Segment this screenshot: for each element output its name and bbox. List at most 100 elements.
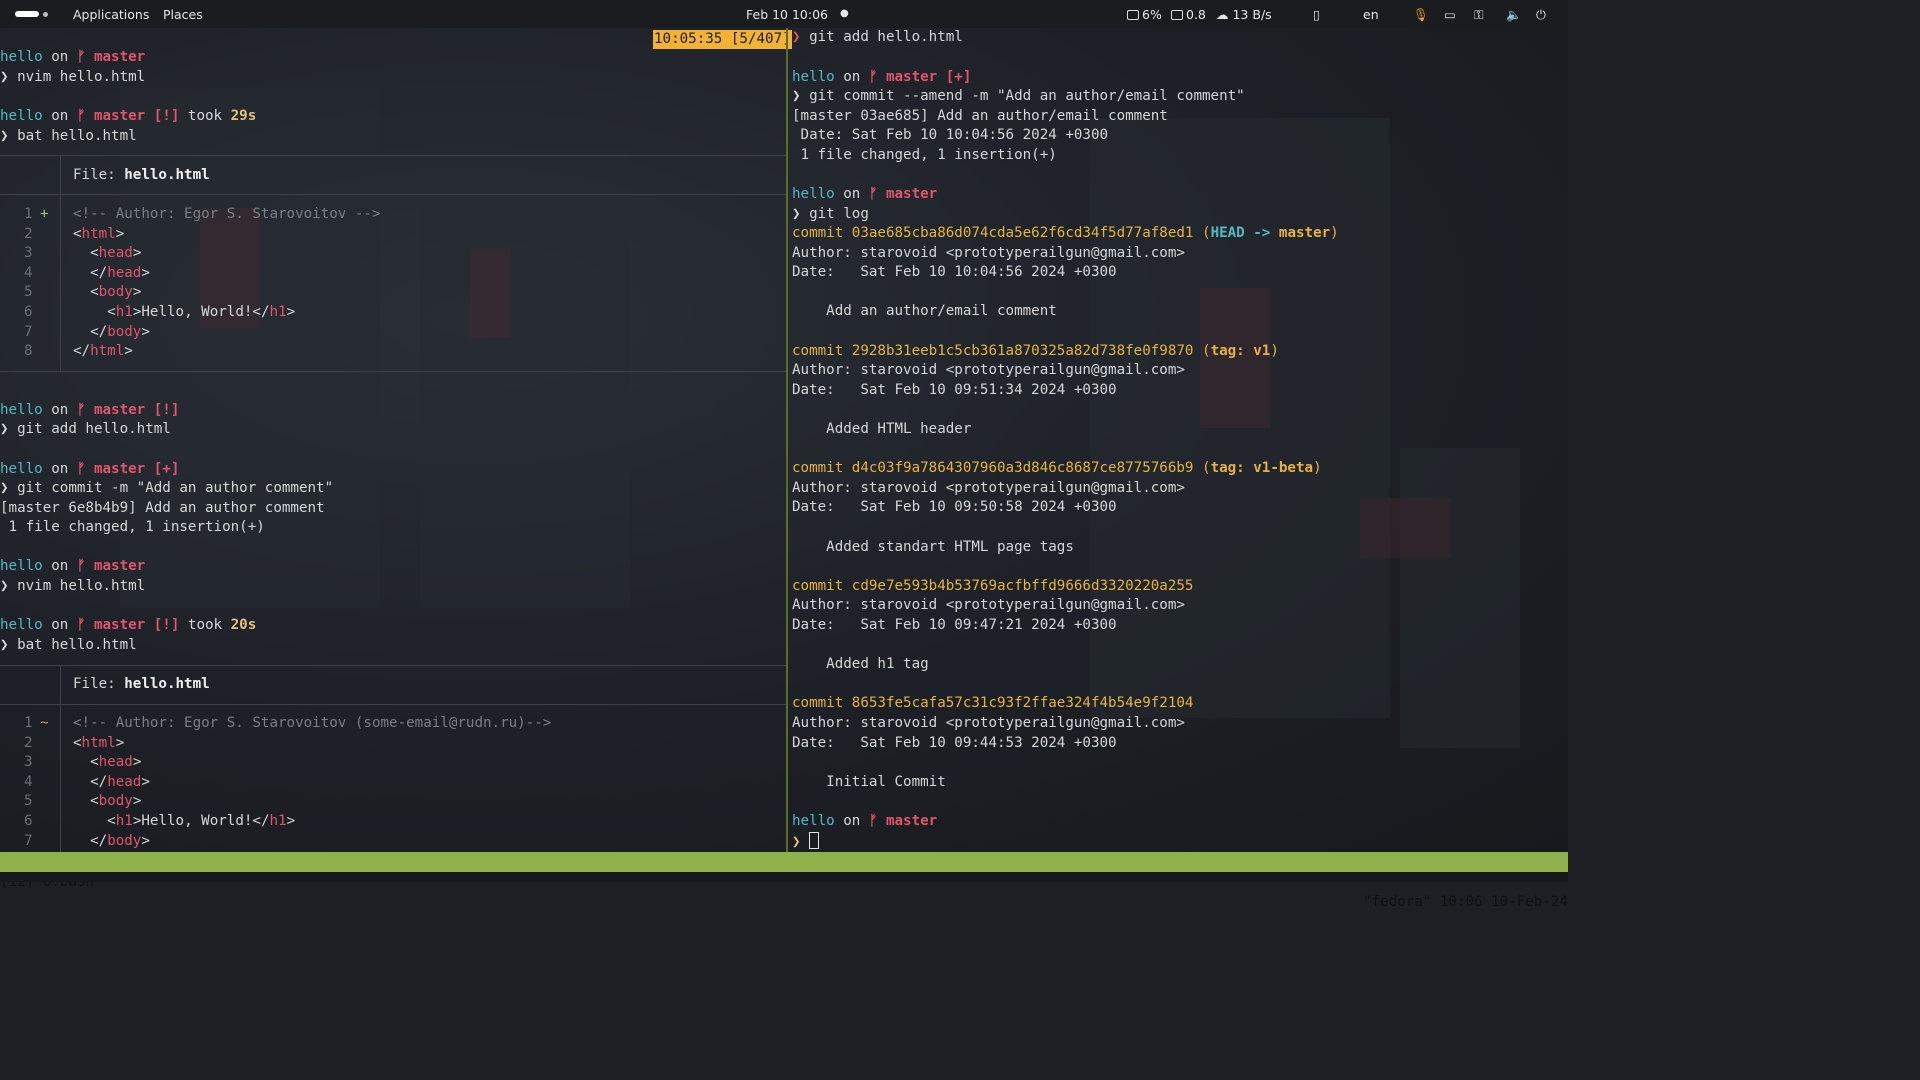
command-line: ❯ git log [792,206,869,222]
bat-gutter [60,665,61,852]
workspace-dot-icon[interactable] [43,12,48,17]
bottom-strip [0,872,1568,882]
code-line: </html> [73,343,133,360]
line-number: 8 [24,343,33,360]
line-number: 3 [24,245,33,262]
net-value: 13 B/s [1232,7,1272,22]
commit-author: Author: starovoid <prototyperailgun@gmai… [792,362,1185,379]
load-value: 0.8 [1186,7,1206,22]
terminal-cursor [809,832,820,849]
command-line: ❯ bat hello.html [0,637,137,653]
cpu-value: 6% [1142,7,1162,22]
prompt-line: hello on ᚠ master [!] took 29s [0,108,257,124]
commit-date: Date: Sat Feb 10 09:51:34 2024 +0300 [792,381,1117,398]
line-number: 6 [24,813,33,829]
code-line: <head> [90,754,142,771]
prompt-line: hello on ᚠ master [+] [792,69,972,85]
input-prompt[interactable]: ❯ [792,832,820,852]
output-line: [master 03ae685] Add an author/email com… [792,108,1168,124]
line-number: 3 [24,754,33,771]
code-line: <head> [90,245,142,262]
commit-date: Date: Sat Feb 10 09:50:58 2024 +0300 [792,499,1117,516]
commit-hash-line: commit 03ae685cba86d074cda5e62f6cd34f5d7… [792,225,1339,241]
commit-date: Date: Sat Feb 10 09:44:53 2024 +0300 [792,734,1117,751]
command-line: ❯ git commit --amend -m "Add an author/e… [792,88,1245,104]
code-line: <!-- Author: Egor S. Starovoitov (some-e… [73,715,552,731]
terminal-pane-left[interactable]: hello on ᚠ master ❯ nvim hello.html hell… [0,28,786,852]
microphone-icon[interactable]: 🎙 [1413,7,1429,23]
commit-author: Author: starovoid <prototyperailgun@gmai… [792,479,1185,496]
places-menu[interactable]: Places [163,7,203,22]
applications-menu[interactable]: Applications [73,7,149,22]
terminal-pane-right[interactable]: ❯ git add hello.html hello on ᚠ master [… [789,28,1568,852]
tmux-status-bar: [12] 0:bash* "fedora" 10:06 10-Feb-24 [0,852,1568,910]
git-change-marker: + [40,206,49,222]
volume-icon[interactable]: 🔈 [1506,7,1522,23]
prompt-line: hello on ᚠ master [792,186,938,202]
bat-border [0,194,786,195]
commit-message: Initial Commit [792,773,946,790]
cloud-net-icon: ☁ [1216,7,1229,22]
code-line: <h1>Hello, World!</h1> [107,813,296,829]
commit-date: Date: Sat Feb 10 10:04:56 2024 +0300 [792,264,1117,281]
command-line: ❯ bat hello.html [0,128,137,144]
prompt-line: hello on ᚠ master [!] [0,402,180,418]
output-line: 1 file changed, 1 insertion(+) [0,519,265,535]
commit-message: Added h1 tag [792,656,929,673]
commit-hash-line: commit cd9e7e593b4b53769acfbffd9666d3320… [792,577,1194,594]
line-number: 2 [24,734,33,751]
git-change-marker: ~ [40,715,49,731]
power-icon[interactable]: ⏻ [1536,7,1546,23]
keyboard-layout[interactable]: en [1363,7,1379,22]
key-icon[interactable]: ⚿ [1474,7,1484,23]
bat-border [0,704,786,705]
prompt-line: hello on ᚠ master [0,49,146,65]
bat-file-header: File: hello.html [73,167,210,183]
line-number: 5 [24,793,33,810]
bat-border [0,155,786,156]
command-line: ❯ git add hello.html [0,421,171,437]
output-line: 1 file changed, 1 insertion(+) [792,147,1057,163]
cpu-indicator[interactable]: 6% [1127,7,1162,22]
code-line: </head> [90,264,150,281]
commit-message: Added HTML header [792,421,972,437]
load-indicator[interactable]: 0.8 [1171,7,1206,22]
line-number: 4 [24,264,33,281]
prompt-line: hello on ᚠ master [!] took 20s [0,617,257,633]
bat-file-header: File: hello.html [73,676,210,692]
commit-message: Added standart HTML page tags [792,538,1074,555]
tmux-status-right: "fedora" 10:06 10-Feb-24 [1363,894,1568,910]
commit-hash-line: commit 8653fe5cafa57c31c93f2ffae324f4b54… [792,695,1194,712]
clipboard-icon[interactable]: ▯ [1313,7,1320,22]
activities-pill-icon[interactable] [15,11,39,17]
output-line: Date: Sat Feb 10 10:04:56 2024 +0300 [792,127,1109,143]
pane-divider[interactable] [786,28,788,852]
code-line: <!-- Author: Egor S. Starovoitov --> [73,206,381,222]
prompt-line: hello on ᚠ master [+] [0,461,180,477]
command-line: ❯ git add hello.html [792,29,963,45]
commit-hash-line: commit 2928b31eeb1c5cb361a870325a82d738f… [792,342,1279,359]
notification-dot-icon[interactable]: ● [840,8,849,19]
code-line: <body> [90,284,142,301]
screen-icon[interactable]: ▭ [1444,7,1456,22]
bat-border [0,371,786,372]
code-line: </body> [90,323,150,340]
prompt-line: hello on ᚠ master [0,558,146,574]
line-number: 6 [24,304,33,320]
line-number: 1 [24,715,33,731]
prompt-line: hello on ᚠ master [792,813,938,829]
commit-hash-line: commit d4c03f9a7864307960a3d846c8687ce87… [792,460,1322,477]
commit-author: Author: starovoid <prototyperailgun@gmai… [792,715,1185,731]
cpu-icon [1127,10,1139,20]
code-line: <html> [73,734,125,751]
line-number: 4 [24,773,33,790]
line-number: 7 [24,323,33,340]
monitor-icon [1171,10,1183,20]
bat-gutter [60,155,61,371]
commit-message: Add an author/email comment [792,303,1057,320]
clock-datetime[interactable]: Feb 10 10:06 [746,7,828,22]
output-line: [master 6e8b4b9] Add an author comment [0,500,325,516]
net-indicator[interactable]: ☁ 13 B/s [1216,7,1272,22]
code-line: </head> [90,773,150,790]
commit-author: Author: starovoid <prototyperailgun@gmai… [792,244,1185,261]
